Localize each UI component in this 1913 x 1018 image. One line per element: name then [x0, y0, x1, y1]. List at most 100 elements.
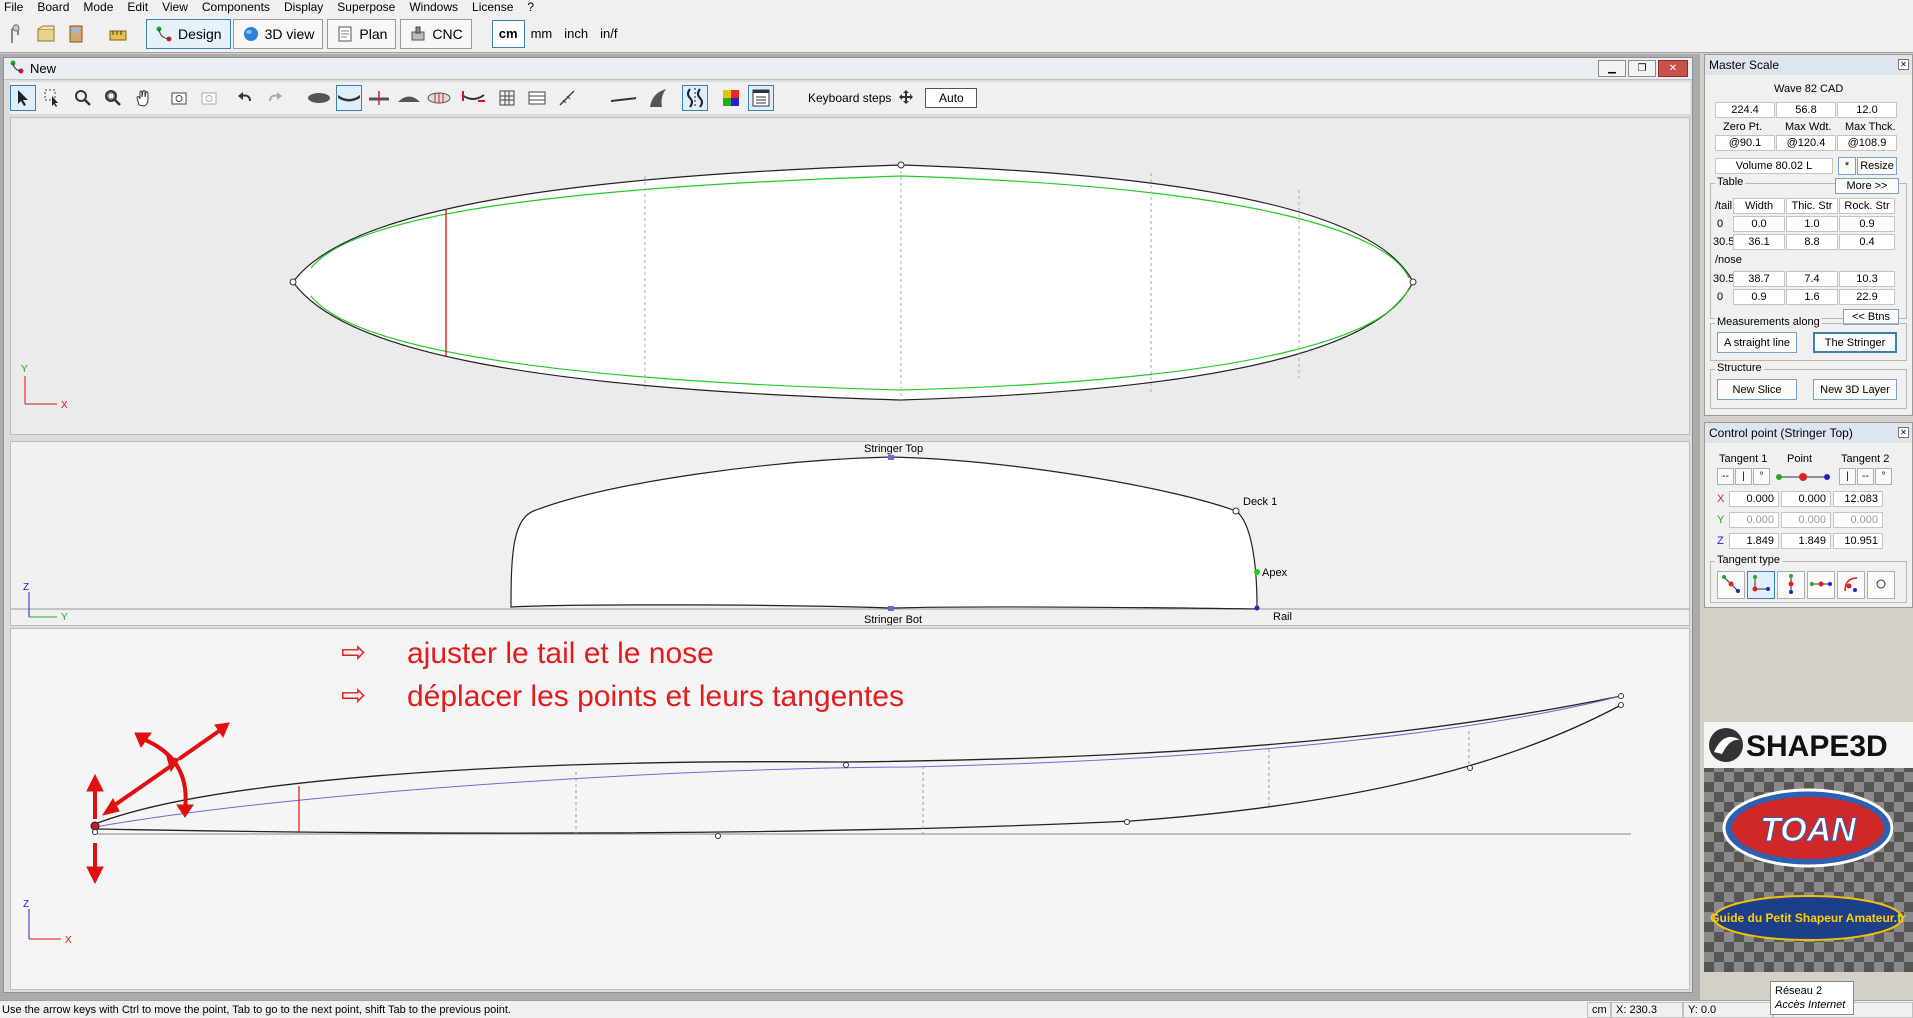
t2-angle-button[interactable]: °	[1875, 468, 1892, 485]
colors-icon[interactable]	[718, 85, 744, 111]
rocker-view-canvas[interactable]: ⇨ ajuster le tail et le nose ⇨ déplacer …	[11, 629, 1690, 990]
new-3d-layer-button[interactable]: New 3D Layer	[1813, 379, 1897, 400]
redo-icon[interactable]	[262, 85, 288, 111]
table-cell[interactable]: 7.4	[1786, 271, 1838, 287]
straight-line-button[interactable]: A straight line	[1717, 332, 1797, 353]
menu-help[interactable]: ?	[520, 0, 541, 15]
menu-windows[interactable]: Windows	[402, 0, 465, 15]
thickness-value[interactable]: 12.0	[1837, 102, 1897, 118]
more-button[interactable]: More >>	[1835, 178, 1899, 194]
table-cell[interactable]: 36.1	[1733, 234, 1785, 250]
t1-angle-button[interactable]: °	[1753, 468, 1770, 485]
tangent-circle-button[interactable]	[1867, 571, 1895, 599]
table-cell[interactable]: 0.9	[1839, 216, 1895, 232]
y-tangent1-field[interactable]: 0.000	[1729, 512, 1779, 528]
design-mode-button[interactable]: Design	[146, 18, 231, 49]
y-point-field[interactable]: 0.000	[1781, 512, 1831, 528]
unit-inf-button[interactable]: in/f	[594, 20, 623, 48]
outline-view-canvas[interactable]: Y X	[11, 118, 1690, 435]
resize-button[interactable]: Resize	[1857, 157, 1897, 175]
x-tangent2-field[interactable]: 12.083	[1833, 491, 1883, 507]
t2-vertical-button[interactable]: |	[1839, 468, 1856, 485]
new-slice-button[interactable]: New Slice	[1717, 379, 1797, 400]
the-stringer-button[interactable]: The Stringer	[1813, 332, 1897, 353]
fin-icon[interactable]	[646, 85, 672, 111]
hand-icon[interactable]	[2, 20, 30, 48]
z-tangent1-field[interactable]: 1.849	[1729, 533, 1779, 549]
measure-tool-icon[interactable]	[104, 20, 132, 48]
tangent-free-button[interactable]	[1717, 571, 1745, 599]
menu-display[interactable]: Display	[277, 0, 330, 15]
t1-horizontal-button[interactable]: --	[1717, 468, 1734, 485]
document-titlebar[interactable]: New ▁ ❐ ✕	[4, 58, 1692, 80]
open-file-icon[interactable]	[32, 20, 60, 48]
properties-panel-icon[interactable]	[748, 85, 774, 111]
volume-star-button[interactable]: *	[1838, 157, 1856, 175]
outline-view[interactable]: Y X	[10, 117, 1690, 435]
z-tangent2-field[interactable]: 10.951	[1833, 533, 1883, 549]
x-tangent1-field[interactable]: 0.000	[1729, 491, 1779, 507]
volume-value[interactable]: Volume 80.02 L	[1715, 158, 1833, 174]
menu-file[interactable]: File	[0, 0, 30, 15]
tangent-vertical-button[interactable]	[1777, 571, 1805, 599]
keyboard-steps-auto-field[interactable]: Auto	[925, 88, 978, 108]
3d-view-mode-button[interactable]: 3D view	[232, 18, 324, 49]
cnc-mode-button[interactable]: CNC	[400, 18, 472, 49]
menu-view[interactable]: View	[155, 0, 195, 15]
unit-cm-button[interactable]: cm	[491, 19, 525, 48]
rocker-view[interactable]: ⇨ ajuster le tail et le nose ⇨ déplacer …	[10, 628, 1690, 990]
outline-view-icon[interactable]	[306, 85, 332, 111]
grid-icon[interactable]	[494, 85, 520, 111]
restore-button[interactable]: ❐	[1628, 60, 1656, 77]
plan-mode-button[interactable]: Plan	[327, 18, 397, 49]
max-width-pos-value[interactable]: @120.4	[1776, 135, 1836, 151]
table-cell[interactable]: 38.7	[1733, 271, 1785, 287]
menu-edit[interactable]: Edit	[120, 0, 155, 15]
select-area-icon[interactable]	[40, 85, 66, 111]
tangent-curve-button[interactable]	[1837, 571, 1865, 599]
zoom-area-icon[interactable]	[100, 85, 126, 111]
deck-view-icon[interactable]	[396, 85, 422, 111]
slice-view[interactable]: Stringer Top Deck 1 Apex Stringer Bot Ra…	[10, 441, 1690, 626]
photo-disabled-icon[interactable]	[196, 85, 222, 111]
close-panel-icon[interactable]: ✕	[1898, 427, 1909, 438]
table-cell[interactable]: 1.0	[1786, 216, 1838, 232]
stretch-icon[interactable]	[460, 85, 486, 111]
menu-board[interactable]: Board	[30, 0, 76, 15]
tangent-horizontal-button[interactable]	[1807, 571, 1835, 599]
width-value[interactable]: 56.8	[1776, 102, 1836, 118]
table-grid-icon[interactable]	[524, 85, 550, 111]
close-window-button[interactable]: ✕	[1658, 60, 1688, 77]
section-grid-icon[interactable]	[426, 85, 452, 111]
table-cell[interactable]: 10.3	[1839, 271, 1895, 287]
zoom-icon[interactable]	[70, 85, 96, 111]
unit-mm-button[interactable]: mm	[525, 20, 559, 48]
table-cell[interactable]: 0.4	[1839, 234, 1895, 250]
save-board-icon[interactable]	[62, 20, 90, 48]
photo-icon[interactable]	[166, 85, 192, 111]
y-tangent2-field[interactable]: 0.000	[1833, 512, 1883, 528]
menu-superpose[interactable]: Superpose	[330, 0, 402, 15]
slice-view-canvas[interactable]: Stringer Top Deck 1 Apex Stringer Bot Ra…	[11, 442, 1690, 626]
pan-hand-icon[interactable]	[130, 85, 156, 111]
length-value[interactable]: 224.4	[1715, 102, 1775, 118]
undo-icon[interactable]	[232, 85, 258, 111]
unit-inch-button[interactable]: inch	[558, 20, 594, 48]
zero-pt-value[interactable]: @90.1	[1715, 135, 1775, 151]
minimize-button[interactable]: ▁	[1598, 60, 1626, 77]
t1-vertical-button[interactable]: |	[1735, 468, 1752, 485]
max-thickness-pos-value[interactable]: @108.9	[1837, 135, 1897, 151]
menu-components[interactable]: Components	[195, 0, 277, 15]
menu-license[interactable]: License	[465, 0, 520, 15]
board-profile-icon[interactable]	[610, 85, 636, 111]
rocker-view-icon[interactable]	[336, 85, 362, 111]
table-cell[interactable]: 1.6	[1786, 289, 1838, 305]
close-panel-icon[interactable]: ✕	[1898, 59, 1909, 70]
table-cell[interactable]: 0.9	[1733, 289, 1785, 305]
z-point-field[interactable]: 1.849	[1781, 533, 1831, 549]
tangent-corner-button[interactable]	[1747, 571, 1775, 599]
t2-horizontal-button[interactable]: --	[1857, 468, 1874, 485]
select-arrow-icon[interactable]	[10, 85, 36, 111]
measure-line-icon[interactable]	[554, 85, 580, 111]
symmetry-icon[interactable]	[682, 85, 708, 111]
